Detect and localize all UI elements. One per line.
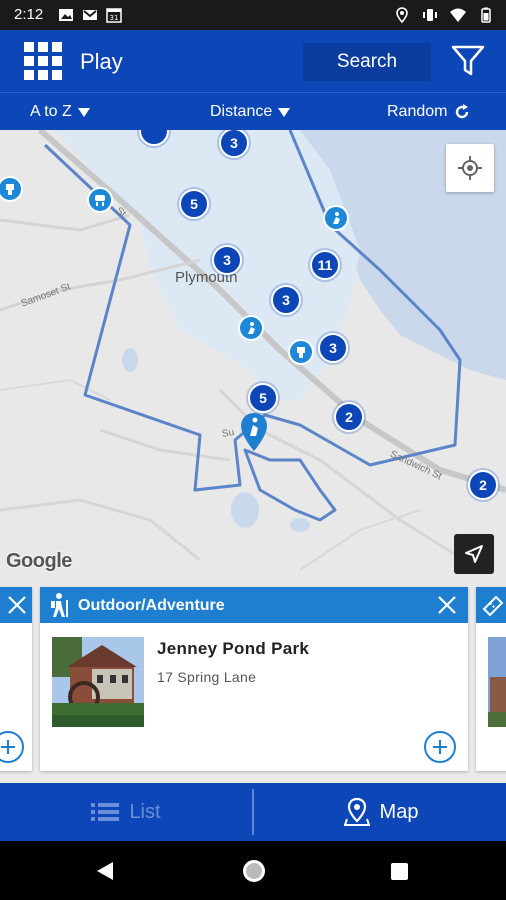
sort-a-to-z-label: A to Z [30, 103, 72, 120]
card-category: Outdoor/Adventure [78, 597, 225, 614]
ticket-icon [482, 595, 504, 617]
sort-a-to-z[interactable]: A to Z [30, 103, 90, 121]
map-pin-icon [343, 797, 370, 826]
status-time: 2:12 [14, 6, 44, 23]
card-header: Outdoor/Adventure [40, 587, 468, 623]
navigation-arrow-icon [465, 545, 483, 563]
close-icon[interactable] [6, 594, 28, 616]
system-nav-bar [0, 841, 506, 900]
tab-map-label: Map [379, 800, 419, 823]
recent-apps-icon[interactable] [391, 863, 408, 880]
result-card-previous[interactable] [0, 587, 32, 771]
vibrate-icon [423, 9, 437, 21]
back-icon[interactable] [97, 862, 113, 880]
grid-menu-icon[interactable] [24, 42, 62, 80]
card-thumbnail[interactable] [488, 637, 506, 727]
image-icon [59, 9, 73, 21]
place-name[interactable]: Jenney Pond Park [157, 639, 309, 659]
close-icon[interactable] [436, 594, 458, 616]
search-button[interactable]: Search [303, 43, 431, 81]
place-address: 17 Spring Lane [157, 669, 257, 685]
google-logo: Google [6, 550, 72, 572]
gmail-icon [83, 10, 97, 20]
caret-down-icon [278, 107, 291, 117]
sort-random[interactable]: Random [387, 103, 471, 121]
map-pin-icon[interactable] [323, 205, 349, 231]
tab-divider [252, 789, 254, 835]
map-cluster[interactable]: 5 [179, 189, 209, 219]
svg-text:31: 31 [110, 14, 119, 22]
tab-list[interactable]: List [0, 783, 252, 841]
list-icon [91, 803, 120, 821]
app-bar: Play Search [0, 30, 506, 92]
selected-pin-icon[interactable] [240, 412, 268, 452]
tab-map[interactable]: Map [256, 783, 506, 841]
wifi-icon [450, 8, 466, 22]
caret-down-icon [77, 107, 90, 117]
status-bar: 2:12 31 [0, 0, 506, 30]
street-label: Su [221, 427, 236, 440]
map-cluster[interactable]: 2 [334, 402, 364, 432]
result-card-next[interactable] [476, 587, 506, 771]
map-cluster[interactable]: 11 [310, 250, 340, 280]
refresh-icon [456, 104, 469, 119]
card-thumbnail[interactable] [52, 637, 144, 727]
results-carousel[interactable]: Outdoor/Adventure Jenney Pond Park 17 Sp… [0, 585, 506, 783]
map-cluster[interactable]: 3 [212, 245, 242, 275]
my-location-button[interactable] [446, 144, 494, 192]
calendar-icon: 31 [106, 8, 122, 23]
add-button[interactable] [0, 731, 24, 763]
location-icon [396, 7, 408, 23]
map-canvas [0, 130, 506, 572]
map-cluster[interactable]: 5 [248, 383, 278, 413]
page-title: Play [80, 49, 123, 74]
map-pin-icon[interactable] [288, 339, 314, 365]
battery-icon [481, 7, 491, 23]
map-cluster[interactable]: 2 [468, 470, 498, 500]
sort-bar: A to Z Distance Random [0, 92, 506, 130]
crosshair-icon [458, 156, 482, 180]
filter-icon[interactable] [450, 44, 486, 78]
hiker-icon [51, 593, 68, 617]
sort-distance[interactable]: Distance [210, 103, 291, 121]
map-cluster[interactable]: 3 [271, 285, 301, 315]
result-card[interactable]: Outdoor/Adventure Jenney Pond Park 17 Sp… [40, 587, 468, 771]
map-view[interactable]: Plymouth Samoset St Sandwich St St Su 3 … [0, 130, 506, 585]
directions-button[interactable] [454, 534, 494, 574]
map-pin-icon[interactable] [238, 315, 264, 341]
tab-list-label: List [129, 800, 161, 823]
map-pin-icon[interactable] [87, 187, 113, 213]
sort-distance-label: Distance [210, 103, 273, 120]
home-icon[interactable] [243, 860, 265, 882]
add-button[interactable] [424, 731, 456, 763]
sort-random-label: Random [387, 103, 448, 120]
bottom-tab-bar: List Map [0, 783, 506, 841]
map-cluster[interactable]: 3 [318, 333, 348, 363]
